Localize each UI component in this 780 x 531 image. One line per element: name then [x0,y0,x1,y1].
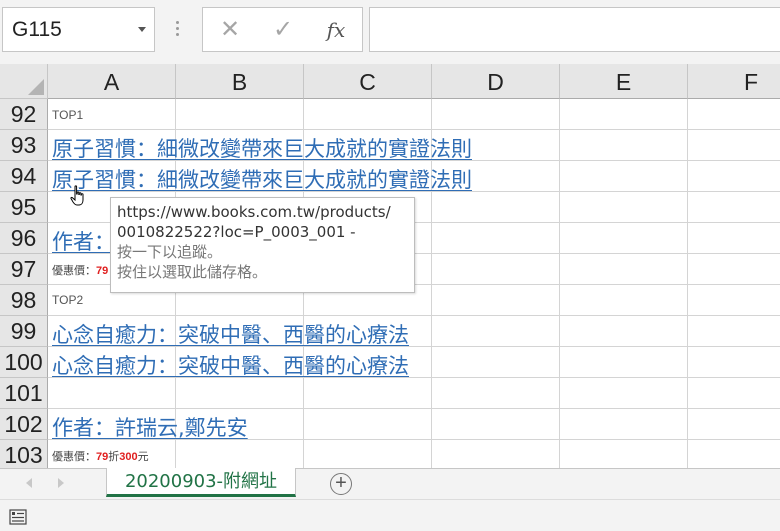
price-value: 300 [119,451,138,463]
select-all-button[interactable] [0,64,48,99]
status-bar [0,499,780,531]
row-header[interactable]: 95 [0,192,48,223]
formula-bar: G115 ✕ ✓ fx [0,0,780,64]
cell-a97[interactable]: 優惠價：79 [52,262,108,278]
cell-a98[interactable]: TOP2 [52,293,83,307]
row-header[interactable]: 102 [0,409,48,440]
row-header[interactable]: 103 [0,440,48,468]
price-label: 優惠價： [52,265,96,277]
row-header[interactable]: 100 [0,347,48,378]
name-box-value: G115 [12,18,62,41]
row-header[interactable]: 97 [0,254,48,285]
formula-input[interactable] [369,7,780,52]
discount-value: 79 [96,265,109,277]
column-header-d[interactable]: D [432,64,560,99]
sheet-tab-bar: 20200903-附網址 + [0,468,780,499]
add-sheet-icon[interactable]: + [330,473,352,495]
row-header[interactable]: 94 [0,161,48,192]
cell-mode-icon[interactable] [9,509,27,525]
cell-a99-link[interactable]: 心念自癒力：突破中醫、西醫的心療法 [52,319,409,349]
tooltip-hint-select: 按住以選取此儲存格。 [117,263,268,281]
row-header[interactable]: 96 [0,223,48,254]
row-header[interactable]: 92 [0,99,48,130]
formula-bar-grip-icon[interactable] [172,18,182,42]
column-header-e[interactable]: E [560,64,688,99]
sheet-tab-active[interactable]: 20200903-附網址 [106,468,296,497]
column-header-a[interactable]: A [48,64,176,99]
tooltip-url-line1: https://www.books.com.tw/products/ [117,203,391,221]
name-box-dropdown-icon[interactable] [138,27,146,32]
cell-a103[interactable]: 優惠價：79折300元 [52,448,149,464]
scroll-left-icon[interactable] [26,478,32,488]
discount-value: 79 [96,451,109,463]
formula-bar-buttons: ✕ ✓ fx [202,7,363,52]
column-header-c[interactable]: C [304,64,432,99]
column-header-f[interactable]: F [688,64,780,99]
row-header[interactable]: 101 [0,378,48,409]
tooltip-hint-follow: 按一下以追蹤。 [117,243,223,261]
hyperlink-tooltip: https://www.books.com.tw/products/ 00108… [110,197,415,293]
cell-a93-link[interactable]: 原子習慣：細微改變帶來巨大成就的實證法則 [52,133,472,163]
scroll-right-icon[interactable] [58,478,64,488]
tooltip-url-line2: 0010822522?loc=P_0003_001 - [117,223,356,241]
price-label: 優惠價： [52,451,96,463]
cell-a92[interactable]: TOP1 [52,108,83,122]
row-header[interactable]: 93 [0,130,48,161]
gridline [48,408,780,409]
discount-suffix: 折 [108,451,120,463]
cell-a100-link[interactable]: 心念自癒力：突破中醫、西醫的心療法 [52,350,409,380]
name-box[interactable]: G115 [2,7,155,52]
column-header-b[interactable]: B [176,64,304,99]
insert-function-icon[interactable]: fx [321,16,351,44]
cell-a102-link[interactable]: 作者：許瑞云,鄭先安 [52,412,248,442]
hand-cursor-icon [70,185,84,206]
enter-icon[interactable]: ✓ [268,16,298,44]
cell-a94-link[interactable]: 原子習慣：細微改變帶來巨大成就的實證法則 [52,164,472,194]
row-header[interactable]: 98 [0,285,48,316]
row-header[interactable]: 99 [0,316,48,347]
price-unit: 元 [137,451,149,463]
cancel-icon[interactable]: ✕ [215,16,245,44]
gridline [48,129,780,130]
cell-a96-link[interactable]: 作者： [52,226,115,256]
gridline [48,315,780,316]
